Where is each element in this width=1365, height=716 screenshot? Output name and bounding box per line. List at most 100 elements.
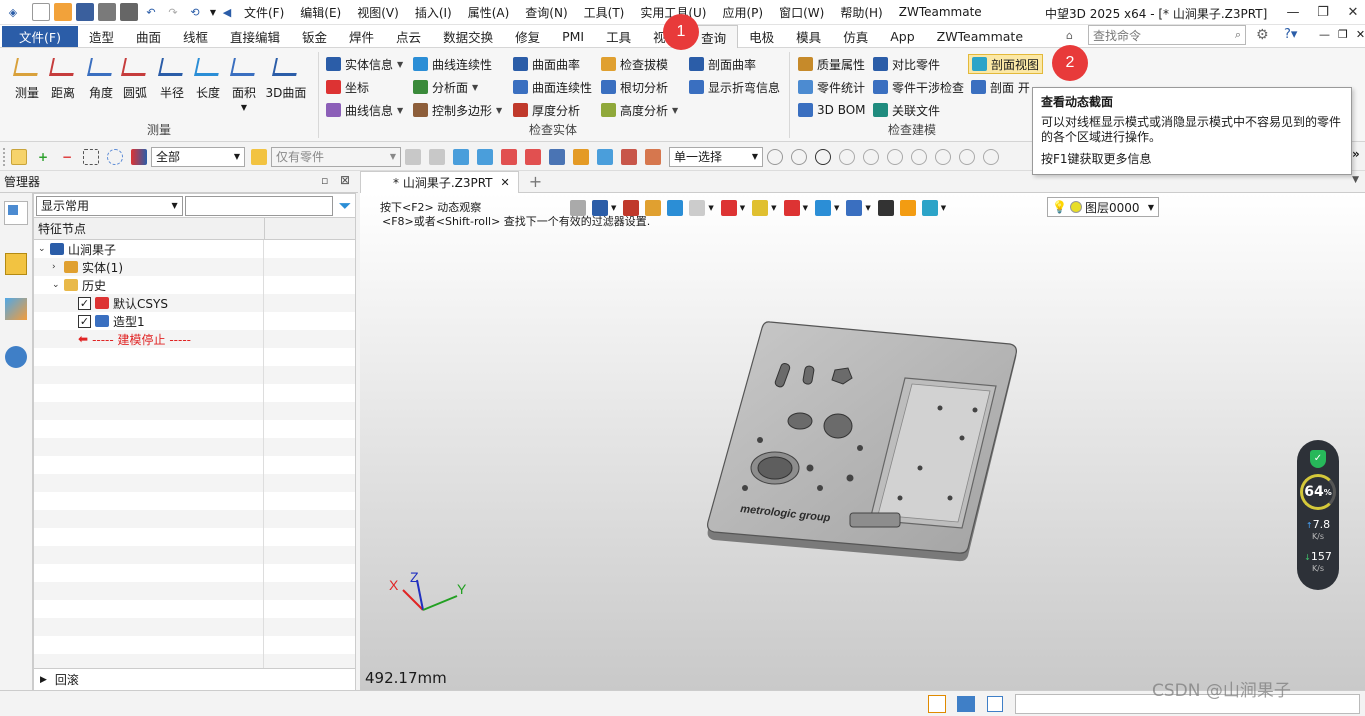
snap-icon-3[interactable] — [839, 148, 855, 165]
view-tool-icon-7[interactable] — [752, 200, 769, 216]
open-folder-icon[interactable] — [54, 3, 72, 21]
redo-icon[interactable]: ↷ — [164, 3, 182, 21]
tab-10[interactable]: PMI — [551, 25, 595, 47]
tab-8[interactable]: 数据交换 — [432, 25, 504, 47]
menu-item[interactable]: 属性(A) — [468, 4, 510, 21]
check_entity_group-col5-btn-1[interactable]: 显示折弯信息 — [686, 77, 783, 97]
filter-icon[interactable] — [131, 148, 147, 165]
filter-type-icon-1[interactable] — [477, 148, 493, 165]
tab-3[interactable]: 线框 — [172, 25, 219, 47]
check_entity_group-col3-btn-2[interactable]: 厚度分析 — [510, 100, 583, 120]
menu-toggle-icon[interactable]: ◀ — [222, 3, 232, 21]
tab-0[interactable]: 文件(F) — [2, 25, 78, 47]
check_model_group-col2-btn-2[interactable]: 关联文件 — [870, 100, 943, 120]
view-tool-icon-12[interactable] — [899, 200, 916, 216]
tab-list-icon[interactable]: ▼ — [1352, 175, 1359, 185]
tab-4[interactable]: 直接编辑 — [219, 25, 291, 47]
view-tool-icon-2[interactable] — [623, 200, 640, 216]
tab-14[interactable]: 电极 — [738, 25, 785, 47]
view-tool-icon-4[interactable] — [667, 200, 684, 216]
check_entity_group-col3-btn-0[interactable]: 曲面曲率 — [510, 54, 583, 74]
check_entity_group-col4-btn-0[interactable]: 检查拔模 — [598, 54, 671, 74]
measure-btn-1[interactable]: 距离 — [46, 54, 80, 101]
status-toggle-icon[interactable] — [928, 695, 946, 713]
check_model_group-col2-btn-0[interactable]: 对比零件 — [870, 54, 943, 74]
snap-icon-9[interactable] — [983, 148, 999, 165]
tab-9[interactable]: 修复 — [504, 25, 551, 47]
snap-icon-8[interactable] — [959, 148, 975, 165]
measure-btn-2[interactable]: 角度 — [84, 54, 118, 101]
snap-icon-4[interactable] — [863, 148, 879, 165]
measure-btn-3[interactable]: 圆弧 — [118, 54, 152, 101]
check_model_group-col3-btn-1[interactable]: 剖面 开 — [968, 77, 1033, 97]
view-tool-icon-13[interactable] — [921, 200, 938, 216]
tab-7[interactable]: 点云 — [385, 25, 432, 47]
view-tool-icon-9[interactable] — [814, 200, 831, 216]
toolbar-overflow-icon[interactable]: » — [1352, 147, 1360, 161]
3d-part-model[interactable]: metrologic group — [700, 318, 1030, 568]
snap-icon-2[interactable] — [815, 148, 831, 165]
command-search-input[interactable]: 查找命令 ⌕ — [1088, 25, 1246, 45]
check_entity_group-col1-btn-2[interactable]: 曲线信息 ▼ — [323, 100, 406, 120]
measure-btn-4[interactable]: 半径 — [155, 54, 189, 101]
select-pointer-icon[interactable] — [11, 148, 27, 165]
check_entity_group-col4-btn-1[interactable]: 根切分析 — [598, 77, 671, 97]
undo-icon[interactable]: ↶ — [142, 3, 160, 21]
check_entity_group-col1-btn-1[interactable]: 坐标 — [323, 77, 372, 97]
check_entity_group-col2-btn-0[interactable]: 曲线连续性 — [410, 54, 495, 74]
print-icon[interactable] — [98, 3, 116, 21]
help-icon[interactable]: ?▾ — [1284, 27, 1297, 42]
tree-node[interactable]: ⌄ 历史 — [34, 276, 355, 294]
view-tool-icon-3[interactable] — [645, 200, 662, 216]
assembly-tab-icon[interactable] — [5, 253, 27, 275]
manager-close-icon[interactable]: ⊠ — [340, 173, 350, 187]
tree-node[interactable]: ⬅ ----- 建模停止 ----- — [34, 330, 355, 348]
menu-item[interactable]: 窗口(W) — [779, 4, 824, 21]
view-tool-icon-10[interactable] — [846, 200, 863, 216]
pick-options-icon[interactable] — [405, 148, 421, 165]
filter-type-icon-2[interactable] — [501, 148, 517, 165]
menu-item[interactable]: 查询(N) — [525, 4, 567, 21]
view-tool-icon-11[interactable] — [877, 200, 894, 216]
check_model_group-col3-btn-0[interactable]: 剖面视图 — [968, 54, 1044, 74]
view-tool-icon-5[interactable] — [689, 200, 706, 216]
check_entity_group-col1-btn-0[interactable]: 实体信息 ▼ — [323, 54, 406, 74]
view-tool-icon-6[interactable] — [720, 200, 737, 216]
doc-minimize-button[interactable]: — — [1319, 28, 1330, 41]
snap-icon-7[interactable] — [935, 148, 951, 165]
filter-type-icon-7[interactable] — [621, 148, 637, 165]
tree-filter-icon[interactable]: ⏷ — [335, 196, 355, 216]
check_entity_group-col3-btn-1[interactable]: 曲面连续性 — [510, 77, 595, 97]
gear-icon[interactable]: ⚙ — [1256, 27, 1269, 43]
new-file-icon[interactable] — [32, 3, 50, 21]
display-icon[interactable] — [957, 696, 975, 712]
check_model_group-col1-btn-0[interactable]: 质量属性 — [795, 54, 868, 74]
doc-close-button[interactable]: ✕ — [1356, 28, 1365, 41]
view-tool-icon-8[interactable] — [783, 200, 800, 216]
pin-icon[interactable]: ▫ — [321, 174, 328, 187]
menu-item[interactable]: 插入(I) — [415, 4, 452, 21]
user-tab-icon[interactable] — [5, 346, 27, 368]
view-tab-icon[interactable] — [5, 298, 27, 320]
network-monitor-widget[interactable]: ✓ 64% ↑7.8 K/s ↓157 K/s — [1297, 440, 1339, 590]
snap-icon-0[interactable] — [767, 148, 783, 165]
tab-16[interactable]: 仿真 — [832, 25, 879, 47]
filter-type-icon-4[interactable] — [549, 148, 565, 165]
filter-combo[interactable]: 全部 ▼ — [151, 146, 245, 167]
measure-btn-5[interactable]: 长度 — [191, 54, 225, 101]
remove-icon[interactable]: − — [59, 149, 75, 165]
view-combo[interactable]: 显示常用 ▼ — [36, 195, 183, 216]
check_model_group-col2-btn-1[interactable]: 零件干涉检查 — [870, 77, 967, 97]
tree-node[interactable]: › 实体(1) — [34, 258, 355, 276]
check_model_group-col1-btn-2[interactable]: 3D BOM — [795, 100, 869, 120]
box-select-icon[interactable] — [83, 148, 99, 165]
expand-toggle-icon[interactable]: › — [52, 262, 64, 272]
check_entity_group-col2-btn-2[interactable]: 控制多边形 ▼ — [410, 100, 505, 120]
menu-item[interactable]: 应用(P) — [723, 4, 764, 21]
check_entity_group-col4-btn-2[interactable]: 高度分析 ▼ — [598, 100, 681, 120]
tab-2[interactable]: 曲面 — [125, 25, 172, 47]
minimize-button[interactable]: — — [1278, 0, 1308, 24]
visibility-checkbox[interactable]: ✓ — [78, 314, 91, 328]
menu-item[interactable]: 文件(F) — [244, 4, 284, 21]
menu-item[interactable]: 帮助(H) — [840, 4, 882, 21]
